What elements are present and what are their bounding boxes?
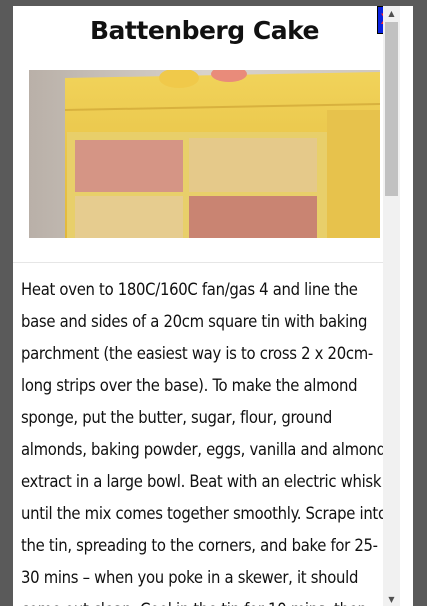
recipe-title: Battenberg Cake bbox=[90, 16, 320, 45]
cake-photo bbox=[29, 70, 380, 238]
recipe-image bbox=[29, 70, 380, 238]
scrollbar[interactable]: ▲ ▼ bbox=[383, 6, 400, 606]
scroll-up-icon[interactable]: ▲ bbox=[383, 6, 400, 20]
recipe-modal: Battenberg Cake Heat oven to 180C/160C f… bbox=[13, 6, 413, 606]
scroll-down-icon[interactable]: ▼ bbox=[383, 592, 400, 606]
recipe-instructions: Heat oven to 180C/160C fan/gas 4 and lin… bbox=[21, 280, 387, 606]
divider bbox=[13, 262, 396, 263]
scroll-thumb[interactable] bbox=[385, 22, 398, 196]
